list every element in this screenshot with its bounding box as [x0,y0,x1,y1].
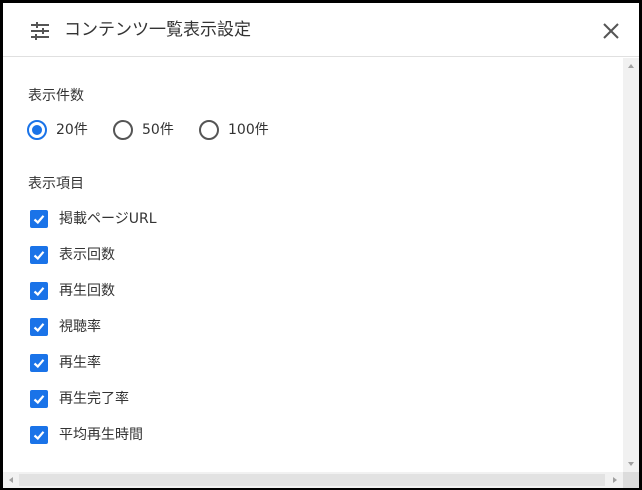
checkbox-checked-icon[interactable] [30,390,48,408]
radio-label: 100件 [228,122,269,138]
checkbox-item[interactable]: 表示回数 [30,244,115,266]
checkbox-checked-icon[interactable] [30,282,48,300]
horizontal-scrollbar[interactable] [3,472,623,488]
checkbox-label: 掲載ページURL [59,211,157,227]
checkbox-label: 表示回数 [59,247,115,263]
checkbox-label: 再生完了率 [59,391,129,407]
checkbox-label: 視聴率 [59,319,101,335]
radio-label: 50件 [142,122,174,138]
checkbox-label: 平均再生時間 [59,427,143,443]
scroll-up-icon[interactable] [623,58,639,74]
dialog-header: コンテンツ一覧表示設定 [3,3,639,57]
dialog-body: 表示件数 20件 50件 100件 表示項目 掲載ページURL 表示回数再生回数視… [3,58,623,472]
checkbox-checked-icon[interactable] [30,318,48,336]
checkbox-label: 再生回数 [59,283,115,299]
radio-20[interactable]: 20件 [27,119,88,141]
scroll-left-icon[interactable] [3,472,19,488]
radio-unselected-icon [199,120,219,140]
close-icon[interactable] [601,21,621,41]
checkbox-checked-icon[interactable] [30,210,48,228]
checkbox-item[interactable]: 平均再生時間 [30,424,143,446]
scrollbar-corner [623,472,639,488]
radio-100[interactable]: 100件 [199,119,269,141]
checkbox-item[interactable]: 再生率 [30,352,101,374]
settings-dialog: コンテンツ一覧表示設定 表示件数 20件 50件 100件 表示項目 掲載ページ… [0,0,642,490]
checkbox-checked-icon[interactable] [30,354,48,372]
horizontal-scroll-thumb[interactable] [19,474,605,486]
checkbox-item[interactable]: 視聴率 [30,316,101,338]
scroll-right-icon[interactable] [607,472,623,488]
scroll-down-icon[interactable] [623,456,639,472]
checkbox-item[interactable]: 掲載ページURL [30,208,157,230]
dialog-title: コンテンツ一覧表示設定 [64,20,251,40]
radio-label: 20件 [56,122,88,138]
radio-50[interactable]: 50件 [113,119,174,141]
display-items-label: 表示項目 [28,176,84,192]
radio-selected-icon [27,120,47,140]
tune-icon [31,22,49,40]
checkbox-item[interactable]: 再生回数 [30,280,115,302]
display-count-label: 表示件数 [28,88,84,104]
radio-unselected-icon [113,120,133,140]
vertical-scrollbar[interactable] [623,58,639,472]
checkbox-label: 再生率 [59,355,101,371]
checkbox-checked-icon[interactable] [30,426,48,444]
checkbox-item[interactable]: 再生完了率 [30,388,129,410]
checkbox-checked-icon[interactable] [30,246,48,264]
